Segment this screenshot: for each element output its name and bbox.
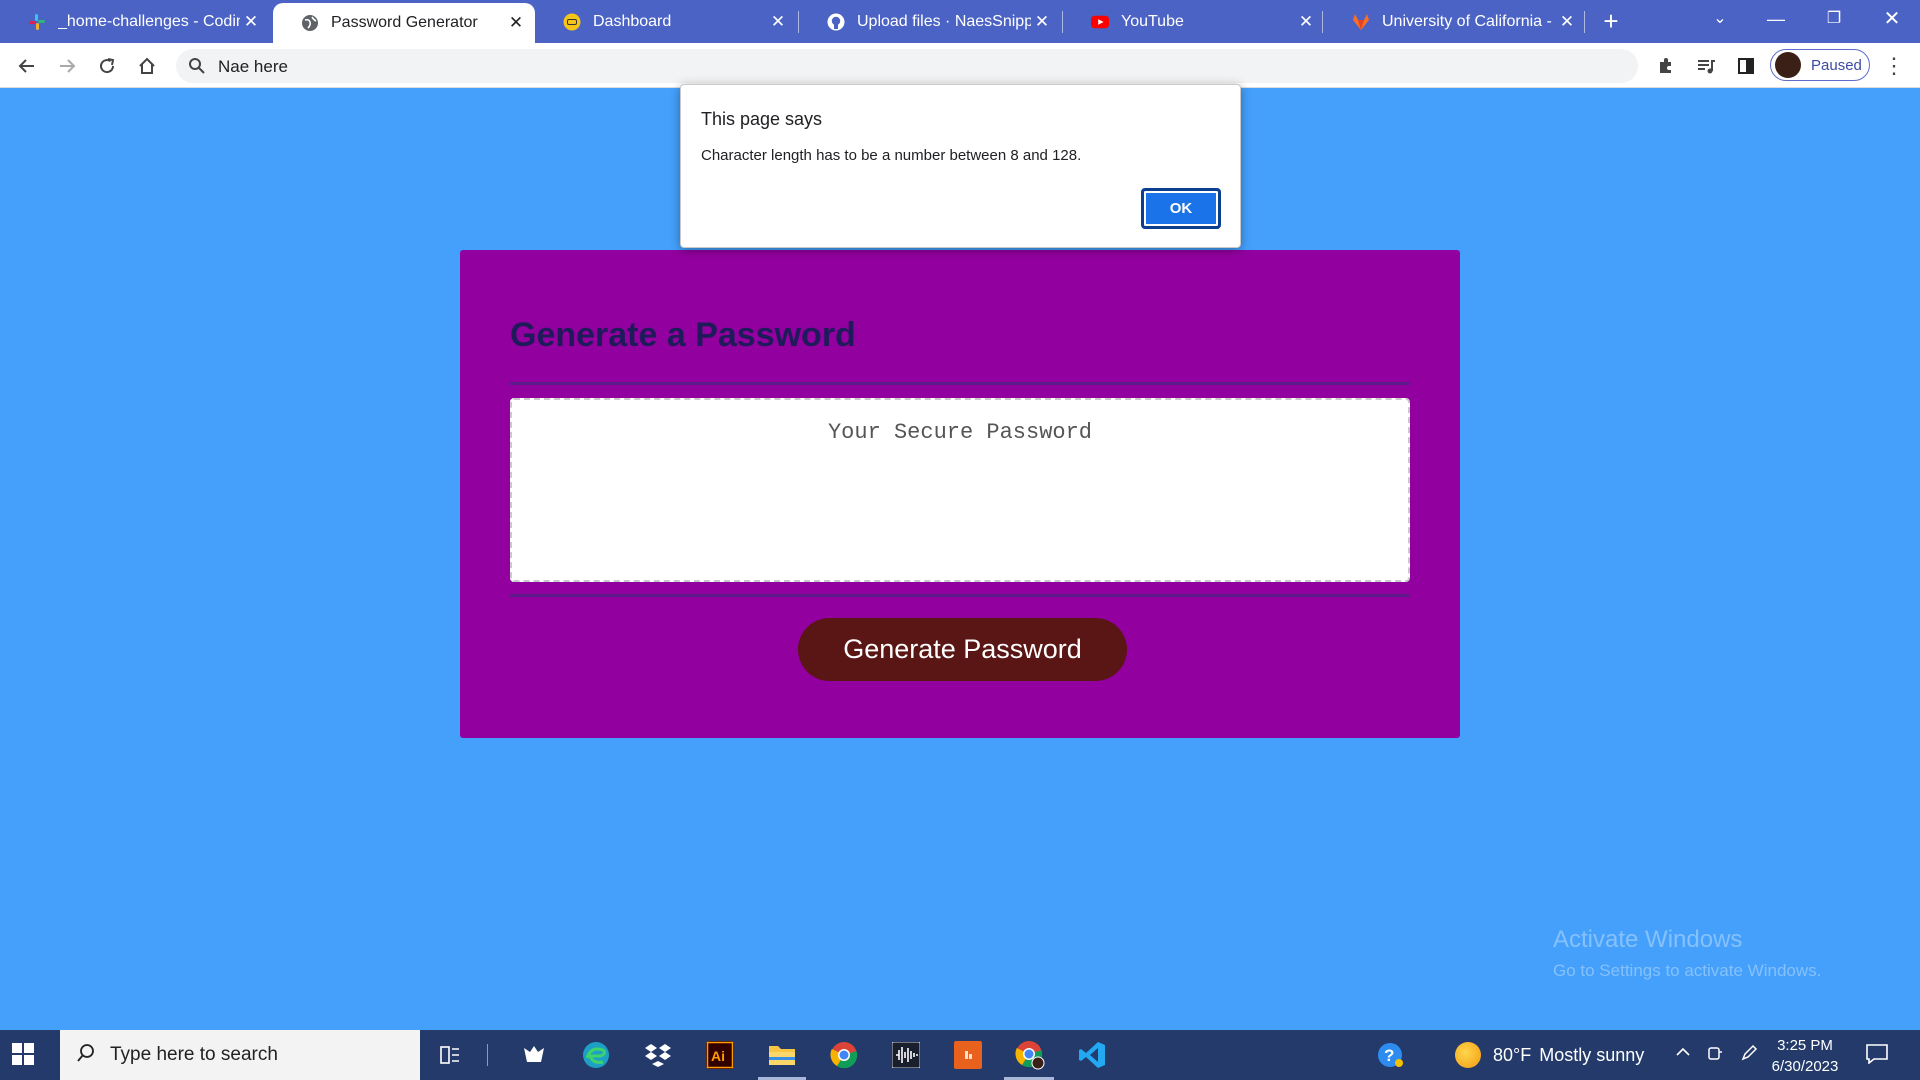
tab-title: University of California - Be bbox=[1382, 12, 1556, 30]
weather-temperature: 80°F bbox=[1493, 1044, 1532, 1065]
chrome-profile-icon[interactable] bbox=[1014, 1039, 1046, 1071]
browser-toolbar: Nae here Paused ⋮ bbox=[0, 43, 1920, 88]
clock-time: 3:25 PM bbox=[1777, 1037, 1833, 1054]
sun-icon bbox=[1455, 1042, 1481, 1068]
task-view-icon[interactable] bbox=[434, 1039, 466, 1071]
close-tab-icon[interactable]: ✕ bbox=[240, 12, 262, 32]
restore-button[interactable]: ❐ bbox=[1808, 0, 1860, 40]
chrome-icon[interactable] bbox=[828, 1039, 860, 1071]
divider bbox=[510, 382, 1410, 385]
extensions-icon[interactable] bbox=[1652, 52, 1680, 80]
close-tab-icon[interactable]: ✕ bbox=[767, 12, 789, 32]
back-arrow-icon[interactable] bbox=[13, 52, 41, 80]
taskbar: Type here to search Ai ? 80°F Mostly sun… bbox=[0, 1030, 1920, 1080]
dialog-title: This page says bbox=[701, 109, 823, 129]
page-title: Generate a Password bbox=[510, 316, 856, 354]
close-tab-icon[interactable]: ✕ bbox=[505, 13, 527, 33]
help-icon[interactable]: ? bbox=[1374, 1039, 1406, 1071]
slack-icon bbox=[28, 13, 46, 31]
close-tab-icon[interactable]: ✕ bbox=[1556, 12, 1578, 32]
password-display[interactable] bbox=[510, 398, 1410, 582]
device-icon[interactable] bbox=[1706, 1044, 1724, 1067]
side-panel-icon[interactable] bbox=[1732, 52, 1760, 80]
globe-icon bbox=[301, 14, 319, 32]
svg-text:Ai: Ai bbox=[711, 1048, 725, 1064]
tab-home-challenges[interactable]: _home-challenges - Coding ✕ bbox=[0, 0, 270, 43]
tab-university-of-california[interactable]: University of California - Be ✕ bbox=[1324, 0, 1586, 43]
profile-status: Paused bbox=[1811, 56, 1862, 74]
tab-password-generator[interactable]: Password Generator ✕ bbox=[273, 3, 535, 43]
svg-text:?: ? bbox=[1384, 1046, 1394, 1065]
notifications-icon[interactable] bbox=[1866, 1044, 1888, 1069]
alert-dialog: This page says Character length has to b… bbox=[680, 84, 1241, 248]
powerpoint-icon[interactable] bbox=[952, 1039, 984, 1071]
tab-dashboard[interactable]: Dashboard ✕ bbox=[535, 0, 797, 43]
ok-button[interactable]: OK bbox=[1141, 188, 1221, 229]
kebab-menu-icon[interactable]: ⋮ bbox=[1880, 52, 1908, 80]
dialog-message: Character length has to be a number betw… bbox=[701, 147, 1082, 164]
avatar bbox=[1775, 52, 1801, 78]
reload-icon[interactable] bbox=[93, 52, 121, 80]
file-explorer-icon[interactable] bbox=[766, 1039, 798, 1071]
system-clock[interactable]: 3:25 PM 6/30/2023 bbox=[1768, 1035, 1842, 1077]
tab-title: _home-challenges - Coding bbox=[58, 12, 240, 30]
divider bbox=[510, 594, 1410, 597]
edge-icon[interactable] bbox=[580, 1039, 612, 1071]
close-window-button[interactable]: ✕ bbox=[1866, 0, 1918, 40]
generate-password-button[interactable]: Generate Password bbox=[798, 618, 1127, 681]
dropbox-icon[interactable] bbox=[642, 1039, 674, 1071]
home-icon[interactable] bbox=[133, 52, 161, 80]
tab-title: YouTube bbox=[1121, 12, 1184, 30]
tab-title: Dashboard bbox=[593, 12, 672, 30]
pen-icon[interactable] bbox=[1740, 1044, 1758, 1067]
weather-widget[interactable]: 80°F Mostly sunny bbox=[1455, 1042, 1644, 1068]
gitlab-icon bbox=[1352, 13, 1370, 31]
tab-youtube[interactable]: YouTube ✕ bbox=[1063, 0, 1325, 43]
forward-arrow-icon[interactable] bbox=[53, 52, 81, 80]
password-textarea[interactable] bbox=[512, 400, 1408, 580]
profile-button[interactable]: Paused bbox=[1770, 49, 1870, 81]
taskbar-search[interactable]: Type here to search bbox=[60, 1030, 420, 1080]
password-card: Generate a Password Generate Password bbox=[460, 250, 1460, 738]
activation-watermark-text: Go to Settings to activate Windows. bbox=[1553, 961, 1822, 980]
search-icon bbox=[76, 1043, 96, 1068]
tab-title: Upload files · NaesSnippit/c bbox=[857, 12, 1031, 30]
address-text: Nae here bbox=[218, 57, 288, 76]
address-bar[interactable]: Nae here bbox=[176, 49, 1638, 83]
close-tab-icon[interactable]: ✕ bbox=[1031, 12, 1053, 32]
close-tab-icon[interactable]: ✕ bbox=[1295, 12, 1317, 32]
taskbar-search-placeholder: Type here to search bbox=[110, 1044, 278, 1065]
illustrator-icon[interactable]: Ai bbox=[704, 1039, 736, 1071]
new-tab-button[interactable]: + bbox=[1598, 6, 1624, 36]
tab-upload-files[interactable]: Upload files · NaesSnippit/c ✕ bbox=[799, 0, 1061, 43]
activation-watermark-title: Activate Windows bbox=[1553, 926, 1743, 953]
tab-search-chevron-icon[interactable]: ⌄ bbox=[1694, 0, 1746, 40]
app-icon[interactable] bbox=[518, 1039, 550, 1071]
search-icon bbox=[188, 57, 206, 80]
tab-title: Password Generator bbox=[331, 14, 478, 31]
vscode-icon[interactable] bbox=[1076, 1039, 1108, 1071]
youtube-icon bbox=[1091, 13, 1109, 31]
audio-icon[interactable] bbox=[890, 1039, 922, 1071]
minimize-button[interactable]: — bbox=[1750, 0, 1802, 40]
github-icon bbox=[827, 13, 845, 31]
weather-condition: Mostly sunny bbox=[1539, 1044, 1645, 1065]
clock-date: 6/30/2023 bbox=[1771, 1058, 1839, 1075]
dashboard-icon bbox=[563, 13, 581, 31]
media-queue-icon[interactable] bbox=[1692, 52, 1720, 80]
tab-strip: _home-challenges - Coding ✕ Password Gen… bbox=[0, 0, 1920, 43]
chevron-up-icon[interactable] bbox=[1675, 1044, 1691, 1065]
windows-start-icon[interactable] bbox=[12, 1043, 34, 1070]
